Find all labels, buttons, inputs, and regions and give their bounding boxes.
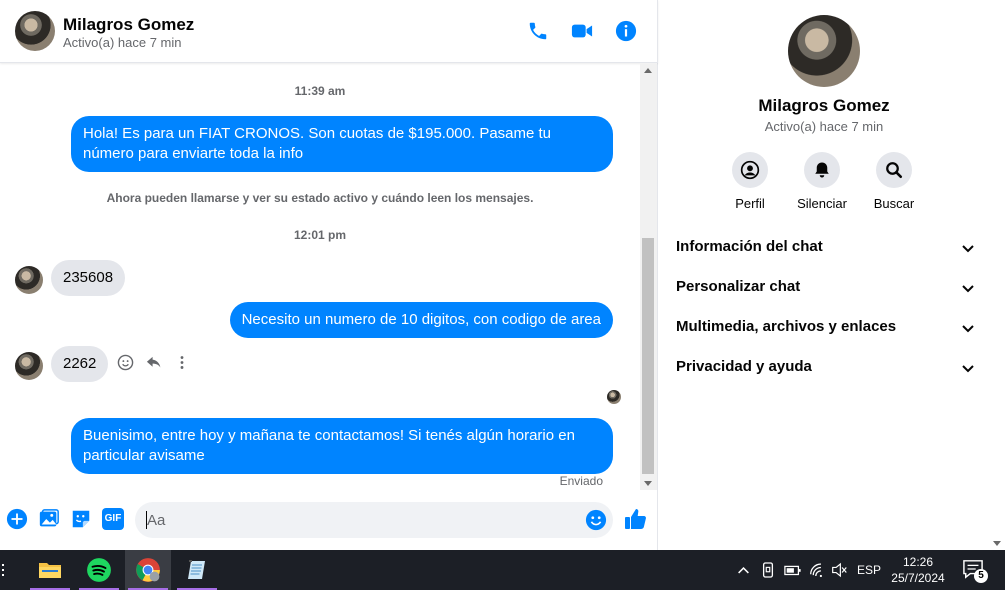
info-icon[interactable] bbox=[615, 20, 637, 42]
system-notice: Ahora pueden llamarse y ver su estado ac… bbox=[106, 191, 534, 205]
mute-action[interactable]: Silenciar bbox=[782, 152, 862, 211]
contact-avatar[interactable] bbox=[15, 11, 55, 51]
language-indicator[interactable]: ESP bbox=[855, 550, 883, 590]
composer: GIF Aa bbox=[0, 500, 658, 540]
section-customize-chat[interactable]: Personalizar chat bbox=[676, 268, 976, 308]
timestamp: 11:39 am bbox=[294, 84, 346, 98]
phone-icon[interactable] bbox=[527, 20, 549, 42]
section-privacy-help[interactable]: Privacidad y ayuda bbox=[676, 348, 976, 388]
section-media-files[interactable]: Multimedia, archivos y enlaces bbox=[676, 308, 976, 348]
sticker-icon[interactable] bbox=[70, 508, 92, 530]
taskbar-clock[interactable]: 12:26 25/7/2024 bbox=[888, 554, 948, 586]
notification-count-badge: 5 bbox=[974, 569, 988, 583]
seen-avatar-icon bbox=[607, 390, 621, 404]
chat-info-panel: Milagros Gomez Activo(a) hace 7 min Perf… bbox=[659, 0, 1005, 550]
photo-icon[interactable] bbox=[38, 508, 60, 530]
contact-avatar-small bbox=[15, 352, 43, 380]
message-input-placeholder: Aa bbox=[147, 512, 166, 529]
search-action[interactable]: Buscar bbox=[854, 152, 934, 211]
chevron-up-icon[interactable] bbox=[737, 564, 750, 577]
chevron-down-icon bbox=[962, 245, 974, 253]
message-input[interactable]: Aa bbox=[135, 502, 613, 538]
messenger-window: Milagros Gomez Activo(a) hace 7 min 11:3… bbox=[0, 0, 1005, 550]
section-title: Información del chat bbox=[676, 238, 823, 255]
scroll-down-arrow[interactable] bbox=[644, 481, 652, 486]
info-contact-status: Activo(a) hace 7 min bbox=[764, 119, 884, 134]
windows-taskbar: ESP 12:26 25/7/2024 5 bbox=[0, 550, 1005, 590]
profile-action[interactable]: Perfil bbox=[710, 152, 790, 211]
clock-date: 25/7/2024 bbox=[891, 571, 945, 585]
contact-name[interactable]: Milagros Gomez bbox=[63, 15, 194, 35]
section-title: Privacidad y ayuda bbox=[676, 358, 812, 375]
volume-muted-icon[interactable] bbox=[831, 562, 848, 578]
battery-icon[interactable] bbox=[784, 563, 802, 577]
chat-header: Milagros Gomez Activo(a) hace 7 min bbox=[0, 0, 658, 63]
add-icon[interactable] bbox=[6, 508, 28, 530]
meet-now-icon[interactable] bbox=[761, 561, 775, 579]
like-icon[interactable] bbox=[624, 507, 648, 531]
scroll-up-arrow[interactable] bbox=[644, 68, 652, 73]
contact-avatar-small bbox=[15, 266, 43, 294]
delivery-status: Enviado bbox=[559, 474, 603, 488]
contact-avatar-large[interactable] bbox=[788, 15, 860, 87]
contact-status: Activo(a) hace 7 min bbox=[63, 35, 182, 50]
emoji-react-icon[interactable] bbox=[117, 354, 134, 371]
file-explorer-icon[interactable] bbox=[27, 550, 73, 590]
section-title: Multimedia, archivos y enlaces bbox=[676, 318, 897, 335]
chat-column: Milagros Gomez Activo(a) hace 7 min 11:3… bbox=[0, 0, 658, 550]
message-list[interactable]: 11:39 am Hola! Es para un FIAT CRONOS. S… bbox=[0, 64, 640, 490]
message-incoming[interactable]: 2262 bbox=[51, 346, 109, 382]
message-incoming[interactable]: 235608 bbox=[51, 260, 126, 296]
wifi-icon[interactable] bbox=[809, 562, 826, 578]
search-label: Buscar bbox=[873, 196, 915, 211]
scroll-thumb[interactable] bbox=[642, 238, 654, 474]
start-edge[interactable] bbox=[0, 562, 6, 578]
mute-label: Silenciar bbox=[797, 196, 847, 211]
more-options-icon[interactable] bbox=[176, 354, 188, 371]
section-title: Personalizar chat bbox=[676, 278, 801, 295]
notifications-button[interactable]: 5 bbox=[962, 559, 988, 583]
panel-scrollbar[interactable] bbox=[988, 0, 1005, 550]
chevron-down-icon bbox=[962, 325, 974, 333]
gif-button[interactable]: GIF bbox=[102, 508, 124, 530]
timestamp: 12:01 pm bbox=[293, 228, 347, 242]
chevron-down-icon bbox=[962, 285, 974, 293]
bell-icon bbox=[815, 162, 829, 178]
info-contact-name: Milagros Gomez bbox=[758, 96, 890, 115]
emoji-icon[interactable] bbox=[585, 509, 607, 531]
search-icon bbox=[886, 162, 903, 179]
chrome-icon[interactable] bbox=[125, 550, 171, 590]
reply-icon[interactable] bbox=[145, 354, 163, 371]
profile-icon bbox=[740, 160, 760, 180]
chevron-down-icon bbox=[962, 365, 974, 373]
section-chat-info[interactable]: Información del chat bbox=[676, 228, 976, 268]
message-outgoing[interactable]: Buenisimo, entre hoy y mañana te contact… bbox=[71, 418, 613, 474]
chat-scrollbar[interactable] bbox=[640, 64, 657, 490]
scroll-down-arrow[interactable] bbox=[993, 541, 1001, 546]
video-call-icon[interactable] bbox=[571, 20, 593, 42]
message-outgoing[interactable]: Hola! Es para un FIAT CRONOS. Son cuotas… bbox=[71, 116, 613, 172]
profile-label: Perfil bbox=[735, 196, 765, 211]
notepad-icon[interactable] bbox=[174, 550, 220, 590]
clock-time: 12:26 bbox=[902, 555, 934, 569]
message-outgoing[interactable]: Necesito un numero de 10 digitos, con co… bbox=[229, 302, 613, 338]
spotify-icon[interactable] bbox=[76, 550, 122, 590]
